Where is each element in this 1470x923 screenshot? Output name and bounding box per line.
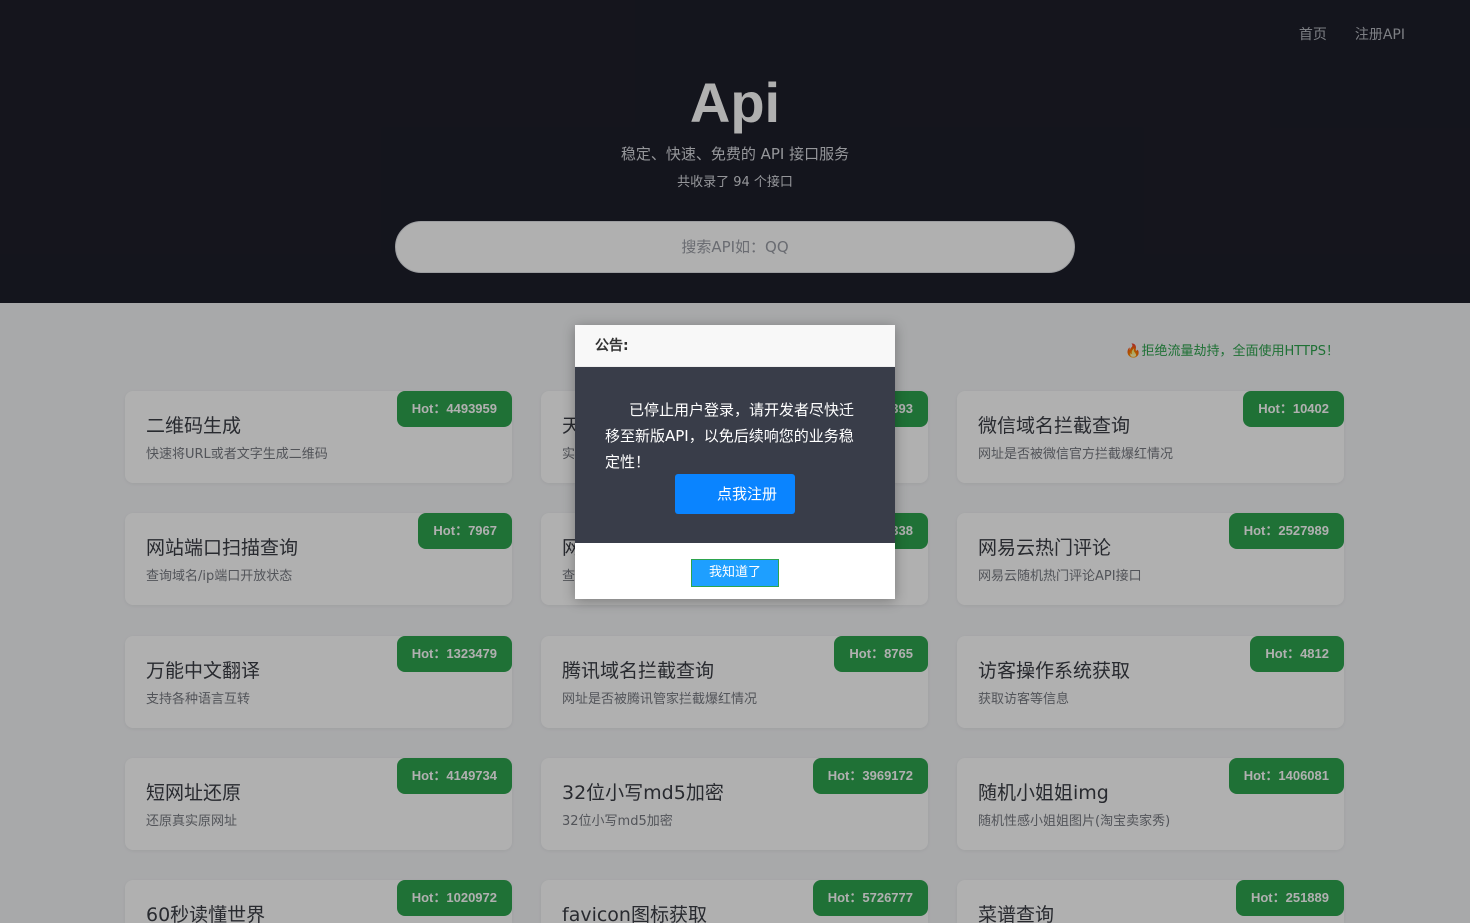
dialog-message: 已停止用户登录，请开发者尽快迁移至新版API，以免后续响您的业务稳定性！ bbox=[605, 401, 855, 471]
acknowledge-button[interactable]: 我知道了 bbox=[691, 559, 779, 587]
register-button[interactable]: 点我注册 bbox=[675, 474, 795, 514]
announcement-dialog: 公告: 已停止用户登录，请开发者尽快迁移至新版API，以免后续响您的业务稳定性！… bbox=[575, 325, 895, 599]
dialog-body: 已停止用户登录，请开发者尽快迁移至新版API，以免后续响您的业务稳定性！ 点我注… bbox=[575, 367, 895, 543]
dialog-footer: 我知道了 bbox=[575, 543, 895, 599]
dialog-title: 公告: bbox=[575, 325, 895, 367]
